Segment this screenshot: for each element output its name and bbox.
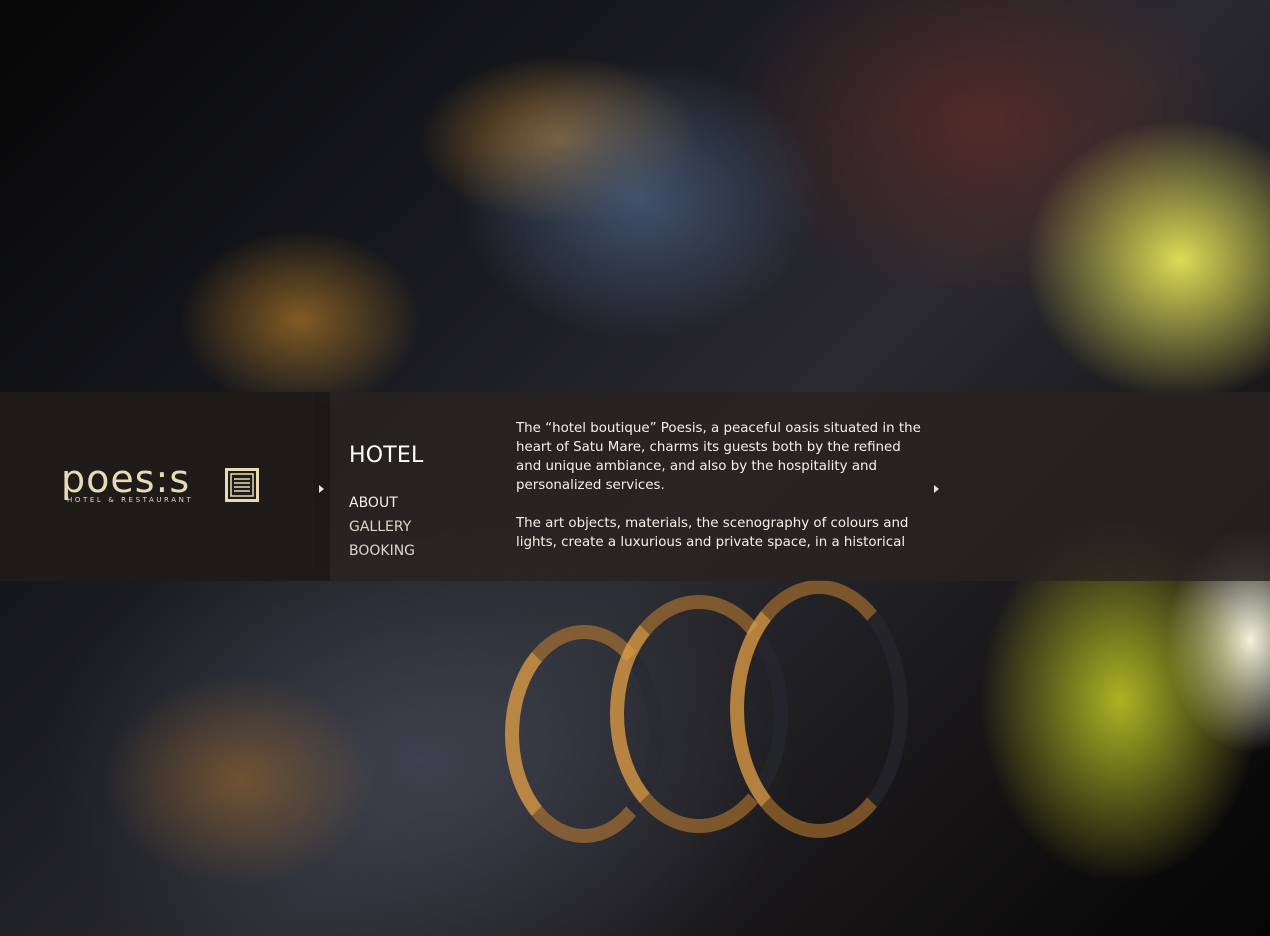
page: poes:s HOTEL & RESTAURANT HOTEL ABOUT GA… bbox=[0, 0, 1270, 936]
nav-item-gallery[interactable]: GALLERY bbox=[349, 518, 411, 536]
nav-arrow-icon[interactable] bbox=[319, 485, 324, 493]
background-bracelet-ring bbox=[730, 580, 908, 838]
nav-item-about[interactable]: ABOUT bbox=[349, 494, 398, 512]
description-paragraph: The art objects, materials, the scenogra… bbox=[516, 516, 909, 550]
book-emblem-icon bbox=[225, 468, 259, 502]
content-next-arrow-icon[interactable] bbox=[934, 485, 939, 493]
logo-wordmark: poes:s bbox=[61, 457, 191, 501]
logo[interactable]: poes:s HOTEL & RESTAURANT bbox=[61, 459, 263, 507]
logo-tagline: HOTEL & RESTAURANT bbox=[67, 496, 194, 504]
description: The “hotel boutique” Poesis, a peaceful … bbox=[516, 419, 921, 559]
nav-item-booking[interactable]: BOOKING bbox=[349, 542, 415, 560]
description-paragraph: The “hotel boutique” Poesis, a peaceful … bbox=[516, 421, 921, 493]
page-title: HOTEL bbox=[349, 443, 424, 468]
